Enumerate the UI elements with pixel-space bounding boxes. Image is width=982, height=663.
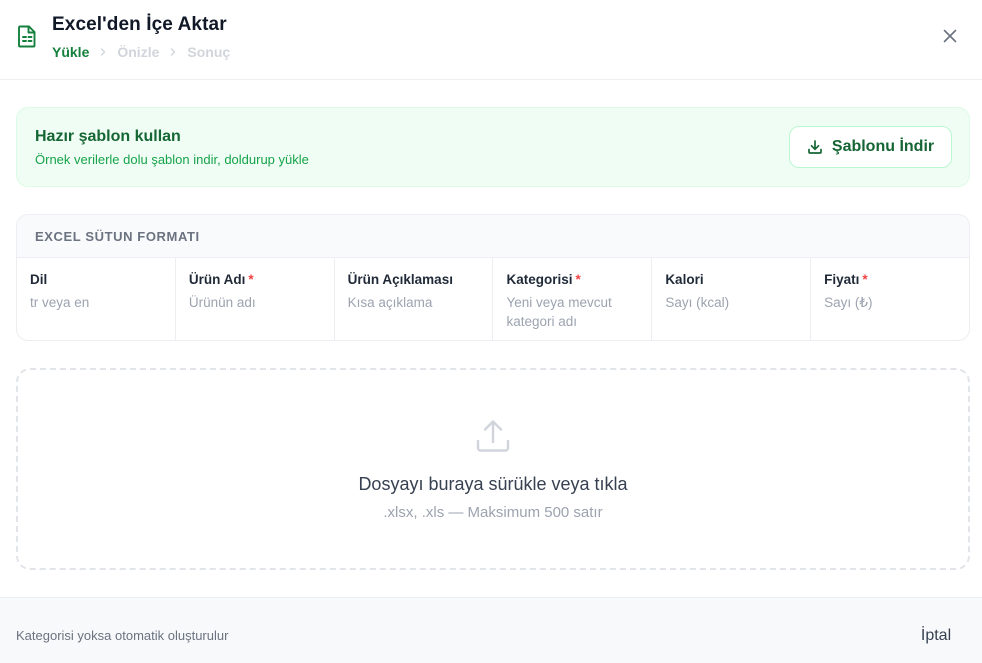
dropzone-title: Dosyayı buraya sürükle veya tıkla	[358, 474, 628, 494]
format-column-calorie: Kalori Sayı (kcal)	[652, 258, 812, 340]
column-name: Ürün Adı *	[188, 272, 254, 287]
dialog-header: Excel'den İçe Aktar Yükle Önizle Sonuç	[0, 0, 982, 80]
template-panel: Hazır şablon kullan Örnek verilerle dolu…	[16, 107, 970, 187]
format-column-product-name: Ürün Adı * Ürünün adı	[176, 258, 335, 340]
column-format-heading: EXCEL SÜTUN FORMATI	[17, 215, 969, 258]
download-template-label: Şablonu İndir	[831, 138, 935, 155]
column-name: Fiyatı *	[824, 272, 868, 287]
column-description: Yeni veya mevcut kategori adı	[506, 295, 612, 329]
template-subtitle: Örnek verilerle dolu şablon indir, doldu…	[35, 152, 309, 167]
column-description: Ürünün adı	[188, 295, 256, 310]
file-dropzone[interactable]: Dosyayı buraya sürükle veya tıkla .xlsx,…	[16, 368, 970, 570]
column-description: Kısa açıklama	[347, 295, 433, 310]
column-name: Kalori	[665, 272, 704, 287]
close-button[interactable]	[940, 26, 960, 46]
dialog-title: Excel'den İçe Aktar	[52, 14, 227, 35]
cancel-button[interactable]: İptal	[905, 622, 967, 650]
step-preview: Önizle	[117, 44, 160, 60]
download-icon	[808, 140, 822, 154]
chevron-right-icon	[171, 48, 176, 56]
download-template-button[interactable]: Şablonu İndir	[789, 126, 952, 168]
column-description: tr veya en	[30, 295, 90, 310]
column-name: Kategorisi *	[506, 272, 581, 287]
footer-note: Kategorisi yoksa otomatik oluşturulur	[16, 628, 229, 643]
required-marker: *	[862, 272, 868, 287]
step-indicator: Yükle Önizle Sonuç	[52, 44, 230, 60]
column-format-table: EXCEL SÜTUN FORMATI Dil tr veya en Ürün …	[16, 214, 970, 341]
step-upload: Yükle	[52, 44, 90, 60]
required-marker: *	[248, 272, 254, 287]
format-column-category: Kategorisi * Yeni veya mevcut kategori ad…	[493, 258, 653, 340]
template-title: Hazır şablon kullan	[35, 128, 181, 145]
column-name: Dil	[30, 272, 48, 287]
upload-icon	[476, 420, 510, 452]
column-format-row: Dil tr veya en Ürün Adı * Ürünün adı Ürün…	[17, 258, 969, 340]
format-column-product-description: Ürün Açıklaması Kısa açıklama	[335, 258, 494, 340]
column-name: Ürün Açıklaması	[347, 272, 453, 287]
required-marker: *	[575, 272, 581, 287]
chevron-right-icon	[101, 48, 106, 56]
close-icon	[943, 29, 957, 43]
format-column-language: Dil tr veya en	[17, 258, 176, 340]
spreadsheet-file-icon	[18, 25, 36, 48]
step-result: Sonuç	[187, 44, 231, 60]
column-description: Sayı (kcal)	[665, 295, 730, 310]
dropzone-subtitle: .xlsx, .xls — Maksimum 500 satır	[383, 504, 603, 521]
dialog-footer: Kategorisi yoksa otomatik oluşturulur İp…	[0, 597, 982, 663]
format-column-price: Fiyatı * Sayı (₺)	[811, 258, 969, 340]
column-description: Sayı (₺)	[824, 295, 873, 310]
